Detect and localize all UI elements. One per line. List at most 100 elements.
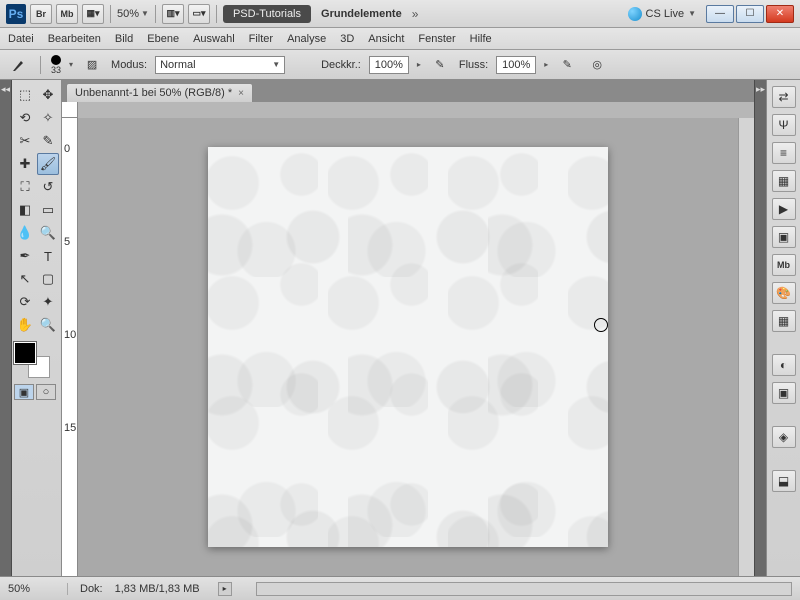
lasso-tool[interactable]: ⟲ xyxy=(14,107,36,129)
menu-ansicht[interactable]: Ansicht xyxy=(368,33,404,45)
eraser-tool[interactable]: ◧ xyxy=(14,199,36,221)
opacity-pressure-toggle[interactable]: ✎ xyxy=(429,54,451,76)
gradient-tool[interactable]: ▭ xyxy=(37,199,59,221)
work-area: ◂◂ ⬚ ✥ ⟲ ✧ ✂ ✎ ✚ 🖌 ⛶ ↺ ◧ ▭ 💧 🔍 ✒ T ↖ ▢ ⟳… xyxy=(0,80,800,576)
chevron-down-icon[interactable]: ▾ xyxy=(69,60,73,69)
canvas-viewport[interactable] xyxy=(78,118,738,576)
marquee-tool[interactable]: ⬚ xyxy=(14,84,36,106)
menu-auswahl[interactable]: Auswahl xyxy=(193,33,235,45)
panel-icon-color[interactable]: 🎨 xyxy=(772,282,796,304)
brush-preset-picker[interactable]: 33 xyxy=(51,55,61,75)
close-button[interactable]: ✕ xyxy=(766,5,794,23)
horizontal-scrollbar[interactable] xyxy=(256,582,792,596)
mode-label: Modus: xyxy=(111,59,147,71)
minimize-button[interactable]: — xyxy=(706,5,734,23)
menu-ebene[interactable]: Ebene xyxy=(147,33,179,45)
vertical-ruler[interactable]: 0 5 10 15 xyxy=(62,118,78,576)
document-tab[interactable]: Unbenannt-1 bei 50% (RGB/8) * × xyxy=(66,83,253,102)
workspace-other[interactable]: Grundelemente xyxy=(315,8,408,20)
menu-hilfe[interactable]: Hilfe xyxy=(470,33,492,45)
panel-icon-swatches[interactable]: ▦ xyxy=(772,310,796,332)
maximize-button[interactable]: ☐ xyxy=(736,5,764,23)
status-doc-label: Dok: xyxy=(80,583,103,595)
menu-bild[interactable]: Bild xyxy=(115,33,133,45)
move-tool[interactable]: ✥ xyxy=(37,84,59,106)
collapse-icon: ▸▸ xyxy=(756,84,765,95)
path-select-tool[interactable]: ↖ xyxy=(14,268,36,290)
panel-icon-brushes[interactable]: ≡ xyxy=(772,142,796,164)
brush-panel-toggle[interactable]: ▨ xyxy=(81,54,103,76)
panel-icon-styles[interactable]: ▣ xyxy=(772,382,796,404)
panel-icon-3d[interactable]: ▣ xyxy=(772,226,796,248)
eyedropper-tool[interactable]: ✎ xyxy=(37,130,59,152)
quick-mask-toggle: ▣ ○ xyxy=(14,384,59,400)
panel-icon-mb[interactable]: Mb xyxy=(772,254,796,276)
panel-icon-actions[interactable]: ▶ xyxy=(772,198,796,220)
crop-tool[interactable]: ✂ xyxy=(14,130,36,152)
panel-icon-history[interactable]: ⇄ xyxy=(772,86,796,108)
3d-orbit-tool[interactable]: ✦ xyxy=(37,291,59,313)
menu-fenster[interactable]: Fenster xyxy=(418,33,455,45)
separator xyxy=(40,56,41,74)
panel-icon-tool-presets[interactable]: Ψ xyxy=(772,114,796,136)
history-brush-tool[interactable]: ↺ xyxy=(37,176,59,198)
type-tool[interactable]: T xyxy=(37,245,59,267)
standard-mode[interactable]: ▣ xyxy=(14,384,34,400)
screen-mode-button[interactable]: ▦▾ xyxy=(82,4,104,24)
flow-input[interactable]: 100% xyxy=(496,56,536,74)
tool-preset-picker[interactable] xyxy=(8,54,30,76)
flow-flyout-icon[interactable]: ▸ xyxy=(544,60,548,69)
arrange-docs-button[interactable]: ▥▾ xyxy=(162,4,184,24)
blend-mode-select[interactable]: Normal ▼ xyxy=(155,56,285,74)
menu-datei[interactable]: Datei xyxy=(8,33,34,45)
opacity-input[interactable]: 100% xyxy=(369,56,409,74)
panel-icon-channels[interactable]: ⬓ xyxy=(772,470,796,492)
ruler-tick: 5 xyxy=(64,236,70,248)
healing-tool[interactable]: ✚ xyxy=(14,153,36,175)
chevron-down-icon: ▼ xyxy=(141,9,149,18)
extras-button[interactable]: ▭▾ xyxy=(188,4,210,24)
pen-tool[interactable]: ✒ xyxy=(14,245,36,267)
3d-rotate-tool[interactable]: ⟳ xyxy=(14,291,36,313)
opacity-flyout-icon[interactable]: ▸ xyxy=(417,60,421,69)
panel-icon-clone[interactable]: ▦ xyxy=(772,170,796,192)
brush-cursor-icon xyxy=(594,318,608,332)
airbrush-toggle[interactable]: ✎ xyxy=(556,54,578,76)
right-collapse-strip[interactable]: ▸▸ xyxy=(754,80,766,576)
left-collapse-strip[interactable]: ◂◂ xyxy=(0,80,12,576)
status-doc-value: 1,83 MB/1,83 MB xyxy=(115,583,200,595)
app-logo: Ps xyxy=(6,4,26,24)
menu-filter[interactable]: Filter xyxy=(249,33,273,45)
zoom-tool[interactable]: 🔍 xyxy=(37,314,59,336)
zoom-level-select[interactable]: 50% ▼ xyxy=(117,8,149,20)
brush-tool[interactable]: 🖌 xyxy=(37,153,59,175)
hand-tool[interactable]: ✋ xyxy=(14,314,36,336)
ruler-origin[interactable] xyxy=(62,102,78,118)
chevron-down-icon: ▼ xyxy=(272,60,280,69)
workspace-more-icon[interactable]: » xyxy=(412,7,419,21)
canvas[interactable] xyxy=(208,147,608,547)
stamp-tool[interactable]: ⛶ xyxy=(14,176,36,198)
cs-live-button[interactable]: CS Live ▼ xyxy=(628,7,696,21)
vertical-scrollbar[interactable] xyxy=(738,118,754,576)
bridge-button[interactable]: Br xyxy=(30,4,52,24)
quick-mask-mode[interactable]: ○ xyxy=(36,384,56,400)
foreground-color[interactable] xyxy=(14,342,36,364)
blur-tool[interactable]: 💧 xyxy=(14,222,36,244)
status-zoom-input[interactable]: 50% xyxy=(8,583,68,595)
chevron-down-icon: ▼ xyxy=(688,9,696,18)
workspace-active[interactable]: PSD-Tutorials xyxy=(223,5,311,23)
dodge-tool[interactable]: 🔍 xyxy=(37,222,59,244)
menu-bearbeiten[interactable]: Bearbeiten xyxy=(48,33,101,45)
menu-3d[interactable]: 3D xyxy=(340,33,354,45)
magic-wand-tool[interactable]: ✧ xyxy=(37,107,59,129)
color-swatches[interactable] xyxy=(14,342,54,382)
panel-icon-layers[interactable]: ◈ xyxy=(772,426,796,448)
shape-tool[interactable]: ▢ xyxy=(37,268,59,290)
size-pressure-toggle[interactable]: ◎ xyxy=(586,54,608,76)
status-menu-button[interactable]: ▸ xyxy=(218,582,232,596)
panel-icon-adjustments[interactable]: ◐ xyxy=(772,354,796,376)
minibridge-button[interactable]: Mb xyxy=(56,4,78,24)
close-tab-icon[interactable]: × xyxy=(238,88,244,99)
menu-analyse[interactable]: Analyse xyxy=(287,33,326,45)
